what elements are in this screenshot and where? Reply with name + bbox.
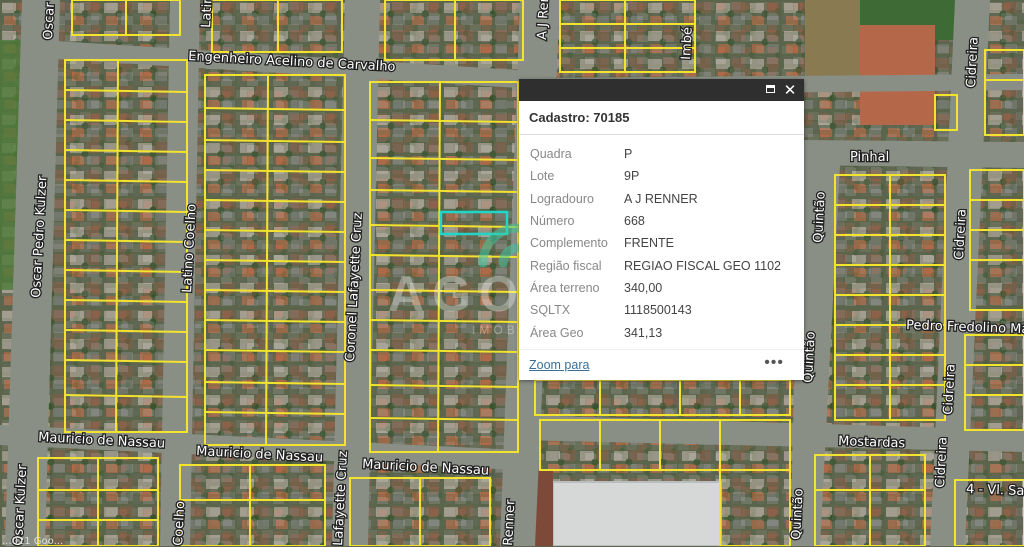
- street-label-cidreira-top: Cidreira: [964, 37, 982, 89]
- attribute-value: P: [624, 147, 633, 162]
- attribute-value: 341,13: [624, 325, 663, 340]
- attribute-row: Quadra P: [530, 143, 781, 165]
- attribute-value: A J RENNER: [624, 191, 698, 206]
- attribute-key: Logradouro: [530, 191, 594, 206]
- street-label-mostardas: Mostardas: [838, 434, 906, 451]
- popup-title: Cadastro: 70185: [519, 101, 804, 135]
- attribute-value: 9P: [624, 169, 640, 184]
- attribute-key: Área Geo: [530, 325, 584, 340]
- street-label-cidreira-low: Cidreira: [941, 364, 959, 416]
- street-label-quintao-bottom: Quintão: [789, 488, 807, 540]
- popup-footer: Zoom para •••: [519, 349, 804, 380]
- street-label-imbe: Imbé: [679, 27, 696, 60]
- attribute-value: FRENTE: [624, 236, 674, 251]
- attribute-value: 1118500143: [624, 303, 692, 318]
- attribute-row: Número 668: [530, 210, 781, 232]
- map-credit: ...021 Goo...: [2, 536, 64, 547]
- street-label-coelho-bottom: Coelho: [171, 501, 188, 546]
- attribute-key: Área terreno: [530, 280, 600, 295]
- street-label-cidreira-bottom: Cidreira: [933, 437, 951, 489]
- street-label-oscar-top: Oscar: [41, 1, 58, 40]
- street-label-quintao-mid: Quintão: [811, 191, 829, 243]
- attribute-key: Complemento: [530, 236, 608, 251]
- zoom-to-link[interactable]: Zoom para: [529, 358, 589, 372]
- attribute-row: Região fiscal REGIAO FISCAL GEO 1102: [530, 254, 781, 276]
- attribute-table: Quadra P Lote 9P Logradouro A J RENNER Número 6…: [530, 143, 781, 344]
- attribute-row: Área terreno 340,00: [530, 277, 781, 299]
- attribute-row: Lote 9P: [530, 165, 781, 187]
- street-label-pinhal: Pinhal: [850, 150, 889, 165]
- attribute-key: Número: [530, 214, 575, 229]
- more-options-icon[interactable]: •••: [764, 354, 784, 372]
- attribute-key: Quadra: [530, 147, 572, 162]
- maximize-icon[interactable]: [762, 82, 778, 98]
- attribute-row: Complemento FRENTE: [530, 232, 781, 254]
- street-label-cidreira-mid: Cidreira: [952, 209, 970, 261]
- street-label-vsan: 4 - Vl. San: [966, 482, 1024, 499]
- attribute-value: 668: [624, 214, 645, 229]
- attribute-value: REGIAO FISCAL GEO 1102: [624, 258, 782, 273]
- satellite-map[interactable]: Engenheiro Acelino de Carvalho Pinhal Mo…: [0, 0, 1024, 546]
- attribute-key: Região fiscal: [530, 258, 602, 273]
- attribute-key: SQLTX: [530, 303, 571, 318]
- attribute-key: Lote: [530, 169, 555, 184]
- attribute-value: 340,00: [624, 280, 663, 295]
- street-label-renner-bottom: Renner: [501, 499, 518, 546]
- close-icon[interactable]: ✕: [782, 82, 798, 98]
- street-label-latino-top: Latino: [199, 0, 216, 28]
- popup-title-bar: ✕: [519, 79, 804, 101]
- attribute-row: Logradouro A J RENNER: [530, 188, 781, 210]
- attribute-row: Área Geo 341,13: [530, 321, 781, 343]
- attribute-row: SQLTX 1118500143: [530, 299, 781, 321]
- parcel-info-popup: ✕ Cadastro: 70185 Quadra P Lote 9P Logradour…: [519, 79, 804, 380]
